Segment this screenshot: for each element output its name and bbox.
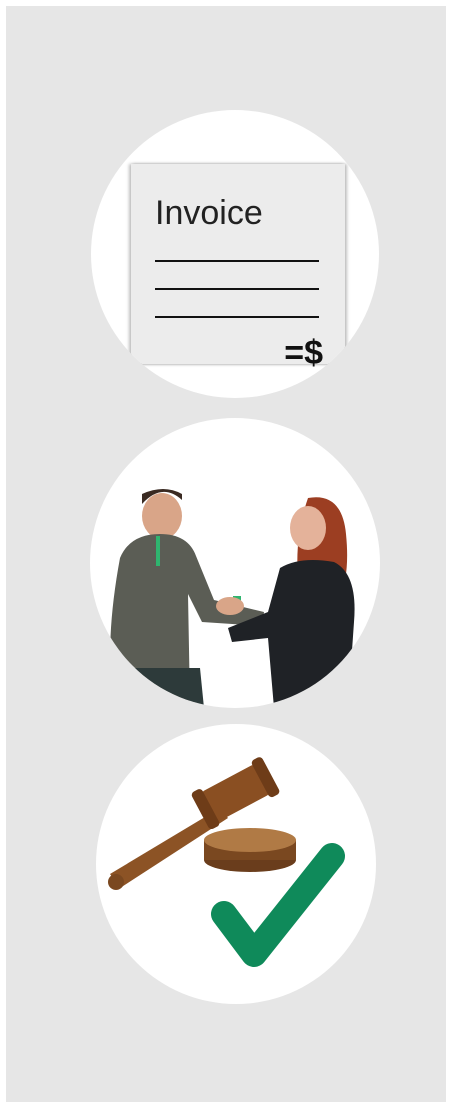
invoice-line [155, 260, 319, 262]
gavel-card [96, 724, 376, 1004]
invoice-icon: Invoice =$ [131, 164, 345, 372]
invoice-card: Invoice =$ [91, 110, 379, 398]
handshake-card [90, 418, 380, 708]
gavel-check-icon [108, 757, 345, 967]
invoice-title: Invoice [155, 194, 263, 232]
invoice-total: =$ [284, 334, 323, 372]
invoice-line [155, 316, 319, 318]
illustration-panel: Invoice =$ [6, 6, 446, 1102]
woman-figure [228, 497, 355, 708]
invoice-line [155, 288, 319, 290]
handshake-icon [110, 489, 355, 708]
